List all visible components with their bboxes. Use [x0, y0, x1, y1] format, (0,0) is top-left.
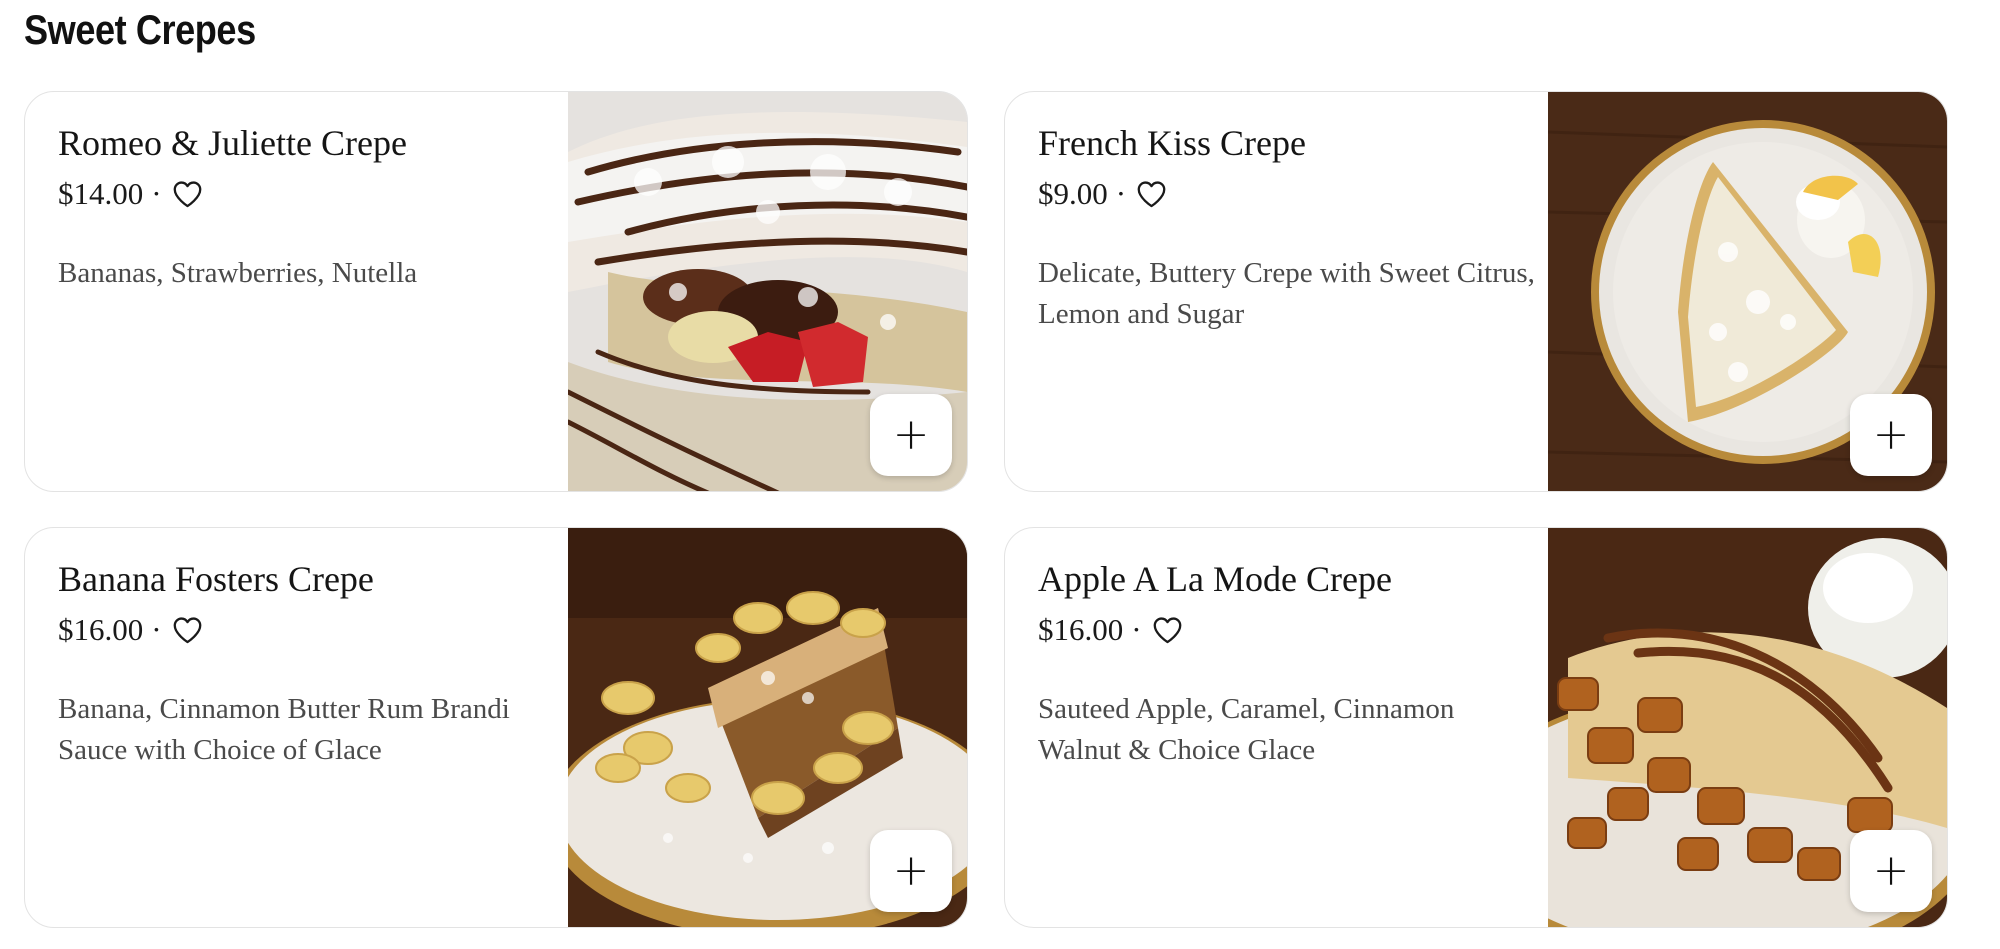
menu-item-card[interactable]: Apple A La Mode Crepe $16.00 · Sauteed A… — [1004, 527, 1948, 928]
menu-item-name: Banana Fosters Crepe — [58, 559, 374, 599]
menu-item-photo: + — [1548, 528, 1947, 927]
favorite-heart-icon[interactable] — [172, 616, 203, 644]
add-to-cart-button[interactable]: + — [1850, 394, 1932, 476]
favorite-heart-icon[interactable] — [1152, 616, 1183, 644]
menu-item-card[interactable]: French Kiss Crepe $9.00 · Delicate, Butt… — [1004, 91, 1948, 492]
menu-item-card[interactable]: Romeo & Juliette Crepe $14.00 · Bananas,… — [24, 91, 968, 492]
menu-item-name: French Kiss Crepe — [1038, 123, 1306, 163]
price-separator: · — [151, 176, 162, 212]
menu-item-name: Romeo & Juliette Crepe — [58, 123, 407, 163]
menu-item-price: $16.00 — [58, 612, 144, 648]
price-row: $16.00 · — [1038, 607, 1538, 653]
menu-item-info: Banana Fosters Crepe $16.00 · Banana, Ci… — [58, 558, 558, 771]
menu-item-description: Delicate, Buttery Crepe with Sweet Citru… — [1038, 257, 1535, 331]
menu-item-description: Banana, Cinnamon Butter Rum Brandi Sauce… — [58, 693, 510, 767]
menu-item-name: Apple A La Mode Crepe — [1038, 559, 1392, 599]
menu-item-info: French Kiss Crepe $9.00 · Delicate, Butt… — [1038, 122, 1538, 335]
menu-item-price: $14.00 — [58, 176, 144, 212]
menu-item-price: $16.00 — [1038, 612, 1124, 648]
price-separator: · — [1131, 612, 1142, 648]
price-row: $16.00 · — [58, 607, 558, 653]
plus-icon: + — [1872, 409, 1910, 460]
menu-grid: Romeo & Juliette Crepe $14.00 · Bananas,… — [24, 91, 1959, 928]
add-to-cart-button[interactable]: + — [870, 394, 952, 476]
plus-icon: + — [892, 409, 930, 460]
favorite-heart-icon[interactable] — [1136, 180, 1167, 208]
add-to-cart-button[interactable]: + — [1850, 830, 1932, 912]
menu-item-description: Sauteed Apple, Caramel, Cinnamon Walnut … — [1038, 693, 1455, 767]
menu-item-photo: + — [1548, 92, 1947, 491]
favorite-heart-icon[interactable] — [172, 180, 203, 208]
price-separator: · — [1115, 176, 1127, 212]
price-row: $9.00 · — [1038, 171, 1538, 217]
add-to-cart-button[interactable]: + — [870, 830, 952, 912]
menu-item-info: Romeo & Juliette Crepe $14.00 · Bananas,… — [58, 122, 558, 294]
price-separator: · — [151, 612, 162, 648]
menu-item-price: $9.00 — [1038, 176, 1108, 212]
plus-icon: + — [892, 845, 930, 896]
menu-item-info: Apple A La Mode Crepe $16.00 · Sauteed A… — [1038, 558, 1538, 771]
menu-item-description: Bananas, Strawberries, Nutella — [58, 257, 418, 290]
menu-item-card[interactable]: Banana Fosters Crepe $16.00 · Banana, Ci… — [24, 527, 968, 928]
menu-item-photo: + — [568, 92, 967, 491]
menu-item-photo: + — [568, 528, 967, 927]
price-row: $14.00 · — [58, 171, 558, 217]
section-title: Sweet Crepes — [24, 6, 256, 53]
plus-icon: + — [1872, 845, 1910, 896]
